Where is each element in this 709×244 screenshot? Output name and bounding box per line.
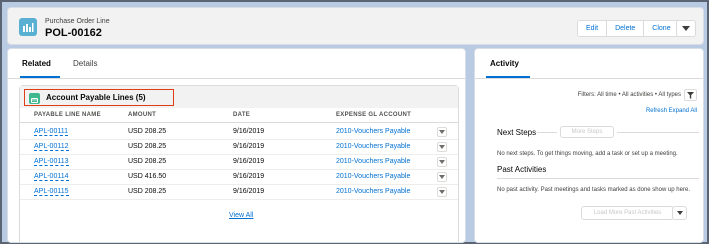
amount-cell: USD 416.50 [128, 173, 167, 180]
filter-button[interactable] [684, 89, 697, 101]
activity-panel: Activity Filters: All time • All activit… [474, 48, 704, 243]
amount-cell: USD 208.25 [128, 143, 167, 150]
card-title[interactable]: Account Payable Lines (5) [46, 93, 146, 102]
expand-all-link[interactable]: Expand All [669, 108, 697, 114]
header-action-buttons: Edit Delete Clone [577, 20, 680, 37]
left-tab-bar: Related Details [8, 49, 465, 79]
date-cell: 9/16/2019 [233, 188, 265, 195]
payable-line-link[interactable]: APL-00115 [34, 188, 69, 196]
payable-line-link[interactable]: APL-00113 [34, 158, 69, 166]
column-header-date[interactable]: DATE [233, 112, 250, 118]
tab-details[interactable]: Details [73, 59, 97, 68]
left-panel: Related Details Account Payable Lines (5… [7, 48, 466, 243]
table-row: APL-00111 USD 208.25 9/16/2019 2010-Vouc… [20, 125, 458, 140]
filter-icon [687, 91, 694, 99]
chevron-down-icon [439, 160, 445, 164]
row-actions-button[interactable] [437, 172, 447, 182]
date-cell: 9/16/2019 [233, 128, 265, 135]
row-actions-button[interactable] [437, 127, 447, 137]
column-header-gl-account[interactable]: EXPENSE GL ACCOUNT [336, 112, 411, 118]
app-frame: Purchase Order Line POL-00162 Edit Delet… [0, 0, 709, 244]
chevron-down-icon [439, 190, 445, 194]
more-actions-button[interactable] [676, 20, 696, 37]
gl-account-link[interactable]: 2010-Vouchers Payable [336, 173, 410, 180]
row-actions-button[interactable] [437, 142, 447, 152]
gl-account-link[interactable]: 2010-Vouchers Payable [336, 143, 410, 150]
column-header-name[interactable]: PAYABLE LINE NAME [34, 112, 101, 118]
tab-related[interactable]: Related [22, 59, 51, 68]
more-steps-button[interactable]: More Steps [560, 126, 614, 138]
amount-cell: USD 208.25 [128, 158, 167, 165]
table-header-row: PAYABLE LINE NAME AMOUNT DATE EXPENSE GL… [20, 111, 458, 123]
next-steps-title[interactable]: Next Steps [497, 128, 536, 137]
payable-line-link[interactable]: APL-00111 [34, 128, 68, 136]
date-cell: 9/16/2019 [233, 173, 265, 180]
active-tab-indicator [20, 76, 60, 78]
record-name: POL-00162 [45, 27, 102, 39]
table-row: APL-00113 USD 208.25 9/16/2019 2010-Vouc… [20, 155, 458, 170]
load-more-dropdown-button[interactable] [672, 206, 687, 220]
load-more-past-activities-button[interactable]: Load More Past Activities [581, 206, 674, 220]
gl-account-link[interactable]: 2010-Vouchers Payable [336, 158, 410, 165]
date-cell: 9/16/2019 [233, 143, 265, 150]
chevron-down-icon [439, 145, 445, 149]
activity-filters-label: Filters: All time • All activities • All… [577, 92, 681, 98]
chevron-down-icon [676, 211, 683, 215]
card-title-highlight: Account Payable Lines (5) [24, 89, 174, 106]
chevron-down-icon [682, 25, 690, 31]
object-type-label: Purchase Order Line [45, 18, 110, 25]
past-activities-title[interactable]: Past Activities [497, 165, 546, 174]
row-actions-button[interactable] [437, 157, 447, 167]
payable-line-link[interactable]: APL-00112 [34, 143, 69, 151]
divider [537, 132, 557, 133]
column-header-amount[interactable]: AMOUNT [128, 112, 156, 118]
table-row: APL-00114 USD 416.50 9/16/2019 2010-Vouc… [20, 170, 458, 185]
record-header: Purchase Order Line POL-00162 Edit Delet… [7, 7, 704, 45]
chevron-down-icon [439, 175, 445, 179]
tab-activity[interactable]: Activity [490, 59, 519, 68]
table-row: APL-00112 USD 208.25 9/16/2019 2010-Vouc… [20, 140, 458, 155]
divider [617, 132, 699, 133]
divider [497, 178, 699, 179]
delete-button[interactable]: Delete [606, 21, 644, 36]
gl-account-link[interactable]: 2010-Vouchers Payable [336, 128, 410, 135]
gl-account-link[interactable]: 2010-Vouchers Payable [336, 188, 410, 195]
amount-cell: USD 208.25 [128, 188, 167, 195]
clone-button[interactable]: Clone [643, 21, 679, 36]
date-cell: 9/16/2019 [233, 158, 265, 165]
payable-line-link[interactable]: APL-00114 [34, 173, 69, 181]
refresh-links: Refresh Expand All [646, 108, 697, 114]
activity-tab-bar: Activity [475, 49, 703, 79]
account-payable-lines-card: Account Payable Lines (5) PAYABLE LINE N… [19, 85, 459, 242]
past-activities-empty-message: No past activity. Past meetings and task… [497, 187, 690, 193]
refresh-link[interactable]: Refresh [646, 108, 667, 114]
next-steps-empty-message: No next steps. To get things moving, add… [497, 151, 678, 157]
chevron-down-icon [439, 130, 445, 134]
account-payable-icon [29, 93, 40, 104]
table-row: APL-00115 USD 208.25 9/16/2019 2010-Vouc… [20, 185, 458, 200]
active-tab-indicator [486, 76, 530, 78]
purchase-order-line-icon [19, 18, 37, 36]
view-all-link[interactable]: View All [229, 212, 253, 219]
edit-button[interactable]: Edit [578, 21, 607, 36]
amount-cell: USD 208.25 [128, 128, 167, 135]
row-actions-button[interactable] [437, 187, 447, 197]
